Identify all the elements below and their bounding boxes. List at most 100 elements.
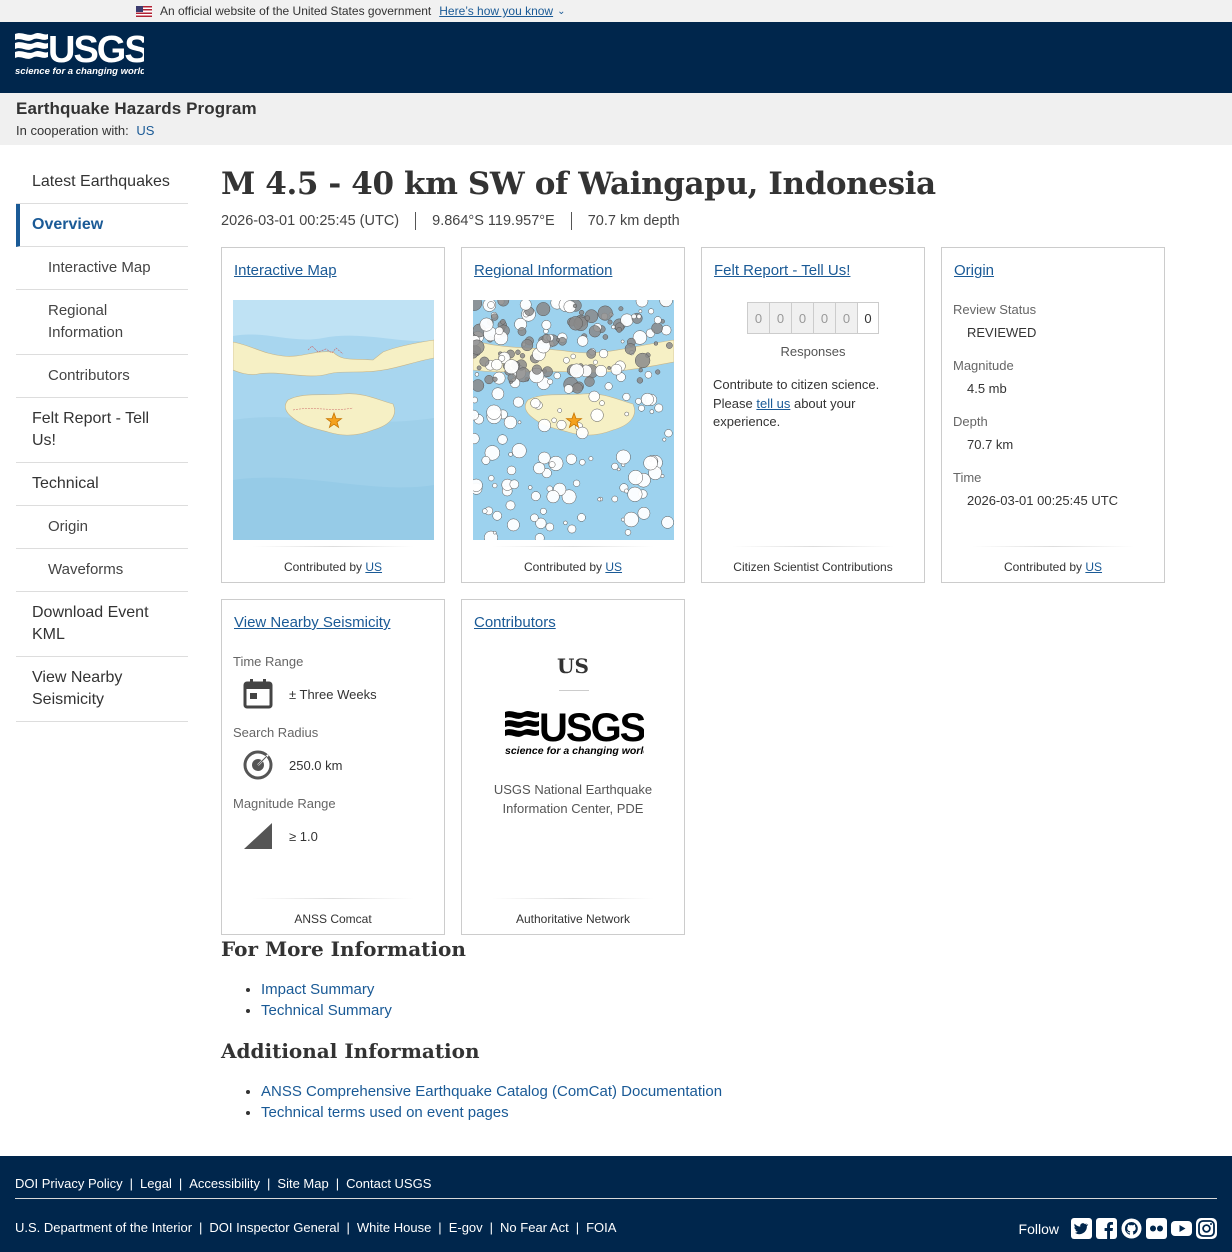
footer-link-white-house[interactable]: White House	[357, 1220, 431, 1235]
counter-digit: 0	[835, 302, 857, 334]
interactive-map-thumbnail[interactable]	[233, 300, 434, 540]
program-title[interactable]: Earthquake Hazards Program	[16, 99, 1216, 119]
earthquake-marker	[637, 506, 651, 520]
footer-links-primary: DOI Privacy Policy | Legal | Accessibility…	[15, 1176, 431, 1191]
cooperation-link-us[interactable]: US	[136, 123, 154, 138]
footer-link-foia[interactable]: FOIA	[586, 1220, 616, 1235]
regional-footer: Contributed by US	[462, 546, 684, 574]
review-status-label: Review Status	[953, 302, 1037, 317]
counter-digit: 0	[813, 302, 835, 334]
card-felt-report[interactable]: Felt Report - Tell Us! 0 0 0 0 0 0 Respo…	[701, 247, 925, 583]
card-contributors[interactable]: Contributors US USGS science for a chang…	[461, 599, 685, 935]
depth-value: 70.7 km	[967, 437, 1014, 452]
contributor-link-us[interactable]: US	[365, 560, 382, 574]
felt-report-link[interactable]: Felt Report - Tell Us!	[714, 262, 850, 279]
sidebar-item-interactive-map[interactable]: Interactive Map	[16, 247, 188, 290]
interactive-map-link[interactable]: Interactive Map	[234, 262, 337, 279]
earthquake-marker	[482, 508, 488, 514]
youtube-icon[interactable]	[1171, 1218, 1192, 1239]
tell-us-link[interactable]: tell us	[756, 396, 790, 411]
earthquake-marker	[638, 368, 643, 373]
earthquake-marker	[563, 357, 570, 364]
origin-link[interactable]: Origin	[954, 262, 994, 279]
footer-link-doi[interactable]: U.S. Department of the Interior	[15, 1220, 192, 1235]
contributor-link-us[interactable]: US	[1085, 560, 1102, 574]
sidebar-item-nearby-seismicity[interactable]: View Nearby Seismicity	[16, 657, 188, 722]
earthquake-marker	[624, 529, 632, 536]
footer-link-legal[interactable]: Legal	[140, 1176, 172, 1191]
sidebar-item-overview[interactable]: Overview	[16, 204, 188, 247]
sidebar-item-technical[interactable]: Technical	[16, 463, 188, 506]
contributor-link-us[interactable]: US	[605, 560, 622, 574]
twitter-icon[interactable]	[1071, 1218, 1092, 1239]
sidebar-item-waveforms[interactable]: Waveforms	[16, 549, 188, 592]
heres-how-you-know-link[interactable]: Here’s how you know	[439, 4, 553, 18]
sidebar-item-regional-information[interactable]: Regional Information	[16, 290, 188, 355]
earthquake-marker	[541, 333, 551, 344]
card-origin[interactable]: Origin Review Status REVIEWED Magnitude …	[941, 247, 1165, 583]
footer-links-secondary: U.S. Department of the Interior | DOI Ins…	[15, 1220, 616, 1235]
separator: |	[575, 1220, 580, 1235]
us-flag-icon	[136, 5, 152, 17]
sidebar-item-download-kml[interactable]: Download Event KML	[16, 592, 188, 657]
regional-information-link[interactable]: Regional Information	[474, 262, 612, 279]
technical-summary-link[interactable]: Technical Summary	[261, 1002, 392, 1019]
separator: |	[438, 1220, 442, 1235]
responses-label: Responses	[780, 344, 846, 359]
earthquake-marker	[486, 404, 502, 420]
usgs-logo[interactable]: USGS science for a changing world	[14, 30, 144, 80]
svg-text:science for a changing world: science for a changing world	[15, 66, 144, 77]
separator: |	[267, 1176, 271, 1191]
contributed-by-label: Contributed by	[523, 560, 603, 574]
footer-link-no-fear-act[interactable]: No Fear Act	[500, 1220, 569, 1235]
calendar-icon	[243, 679, 273, 709]
sidebar-item-latest-earthquakes[interactable]: Latest Earthquakes	[16, 161, 188, 204]
earthquake-marker	[604, 382, 613, 391]
earthquake-marker	[519, 353, 526, 359]
earthquake-marker	[636, 314, 642, 319]
earthquake-marker	[521, 339, 534, 352]
card-regional-information[interactable]: Regional Information Contributed by US	[461, 247, 685, 583]
footer-link-site-map[interactable]: Site Map	[277, 1176, 328, 1191]
earthquake-marker	[530, 513, 539, 522]
counter-digit: 0	[769, 302, 791, 334]
earthquake-marker	[563, 384, 574, 394]
separator: |	[346, 1220, 350, 1235]
flickr-icon[interactable]	[1146, 1218, 1167, 1239]
event-location: 9.864°S 119.957°E	[415, 212, 571, 230]
earthquake-marker	[599, 349, 609, 359]
card-interactive-map[interactable]: Interactive Map Contributed by US	[221, 247, 445, 583]
earthquake-marker	[594, 364, 608, 378]
earthquake-marker	[473, 379, 485, 392]
footer-link-accessibility[interactable]: Accessibility	[189, 1176, 260, 1191]
sidebar-item-felt-report[interactable]: Felt Report - Tell Us!	[16, 398, 188, 463]
comcat-docs-link[interactable]: ANSS Comprehensive Earthquake Catalog (C…	[261, 1083, 722, 1100]
chevron-down-icon[interactable]: ⌄	[557, 6, 565, 17]
sidebar-item-origin[interactable]: Origin	[16, 506, 188, 549]
earthquake-marker	[578, 309, 585, 316]
earthquake-marker	[664, 429, 673, 438]
card-nearby-seismicity[interactable]: View Nearby Seismicity Time Range ± Thre…	[221, 599, 445, 935]
contributors-link[interactable]: Contributors	[474, 614, 556, 631]
earthquake-marker	[507, 518, 520, 532]
earthquake-marker	[597, 305, 613, 321]
sidebar-item-contributors[interactable]: Contributors	[16, 355, 188, 398]
github-icon[interactable]	[1121, 1218, 1142, 1239]
regional-seismicity-map[interactable]	[473, 300, 674, 540]
technical-terms-link[interactable]: Technical terms used on event pages	[261, 1104, 509, 1121]
impact-summary-link[interactable]: Impact Summary	[261, 981, 374, 998]
footer-link-contact[interactable]: Contact USGS	[346, 1176, 431, 1191]
facebook-icon[interactable]	[1096, 1218, 1117, 1239]
footer-link-inspector-general[interactable]: DOI Inspector General	[209, 1220, 339, 1235]
separator: |	[129, 1176, 134, 1191]
footer-link-privacy[interactable]: DOI Privacy Policy	[15, 1176, 123, 1191]
time-range-param: Time Range ± Three Weeks	[233, 654, 433, 711]
footer-link-egov[interactable]: E-gov	[449, 1220, 483, 1235]
separator: |	[199, 1220, 203, 1235]
earthquake-marker	[530, 491, 541, 501]
earthquake-marker	[611, 495, 619, 503]
instagram-icon[interactable]	[1196, 1218, 1217, 1239]
earthquake-marker	[492, 511, 502, 521]
earthquake-marker	[586, 349, 596, 359]
nearby-seismicity-link[interactable]: View Nearby Seismicity	[234, 614, 390, 631]
